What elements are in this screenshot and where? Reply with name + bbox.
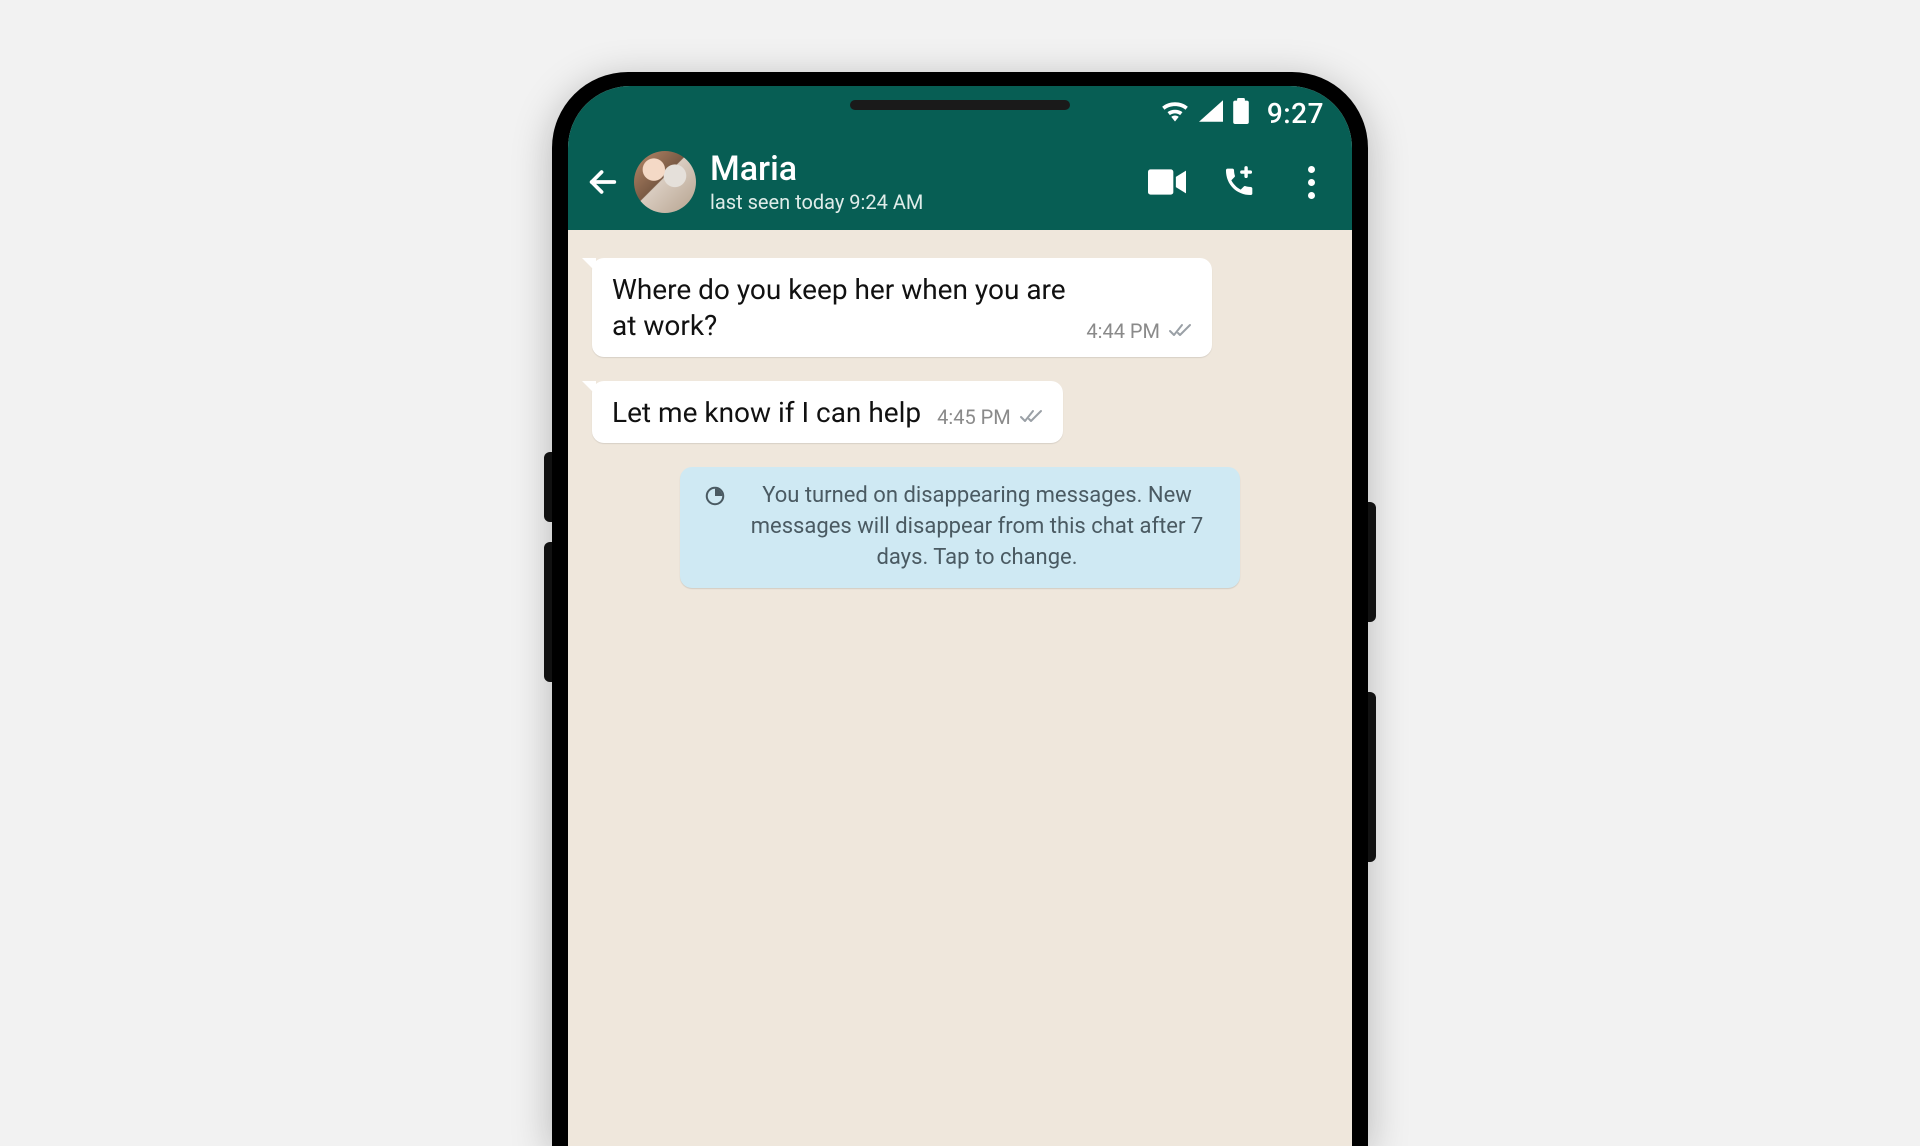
system-notice[interactable]: You turned on disappearing messages. New… <box>680 467 1240 587</box>
status-bar: 9:27 <box>568 86 1352 140</box>
status-time: 9:27 <box>1267 97 1324 130</box>
kebab-icon <box>1308 166 1315 199</box>
screen: 9:27 Maria last seen today 9:24 AM <box>568 86 1352 1146</box>
timer-icon <box>704 485 726 511</box>
phone-frame: 9:27 Maria last seen today 9:24 AM <box>552 72 1368 1146</box>
message-time: 4:45 PM <box>937 405 1011 429</box>
message-text: Let me know if I can help <box>612 395 921 431</box>
chat-header[interactable]: Maria last seen today 9:24 AM <box>568 140 1352 230</box>
avatar[interactable] <box>634 151 696 213</box>
phone-side-button <box>544 542 552 682</box>
voice-call-button[interactable] <box>1220 163 1258 201</box>
message-bubble[interactable]: Where do you keep her when you are at wo… <box>592 258 1212 357</box>
read-receipt-icon <box>1019 405 1043 429</box>
read-receipt-icon <box>1168 319 1192 343</box>
chat-body[interactable]: Where do you keep her when you are at wo… <box>568 230 1352 1146</box>
back-button[interactable] <box>582 161 624 203</box>
cellular-icon <box>1199 100 1223 126</box>
message-bubble[interactable]: Let me know if I can help 4:45 PM <box>592 381 1063 443</box>
phone-side-button <box>1368 502 1376 622</box>
phone-side-button <box>1368 692 1376 862</box>
last-seen: last seen today 9:24 AM <box>710 191 923 214</box>
contact-name: Maria <box>710 150 923 189</box>
message-time: 4:44 PM <box>1086 319 1160 343</box>
battery-icon <box>1233 98 1249 128</box>
wifi-icon <box>1161 100 1189 126</box>
video-call-button[interactable] <box>1148 163 1186 201</box>
system-notice-text: You turned on disappearing messages. New… <box>738 481 1216 573</box>
more-options-button[interactable] <box>1292 163 1330 201</box>
phone-side-button <box>544 452 552 522</box>
message-text: Where do you keep her when you are at wo… <box>612 272 1070 345</box>
